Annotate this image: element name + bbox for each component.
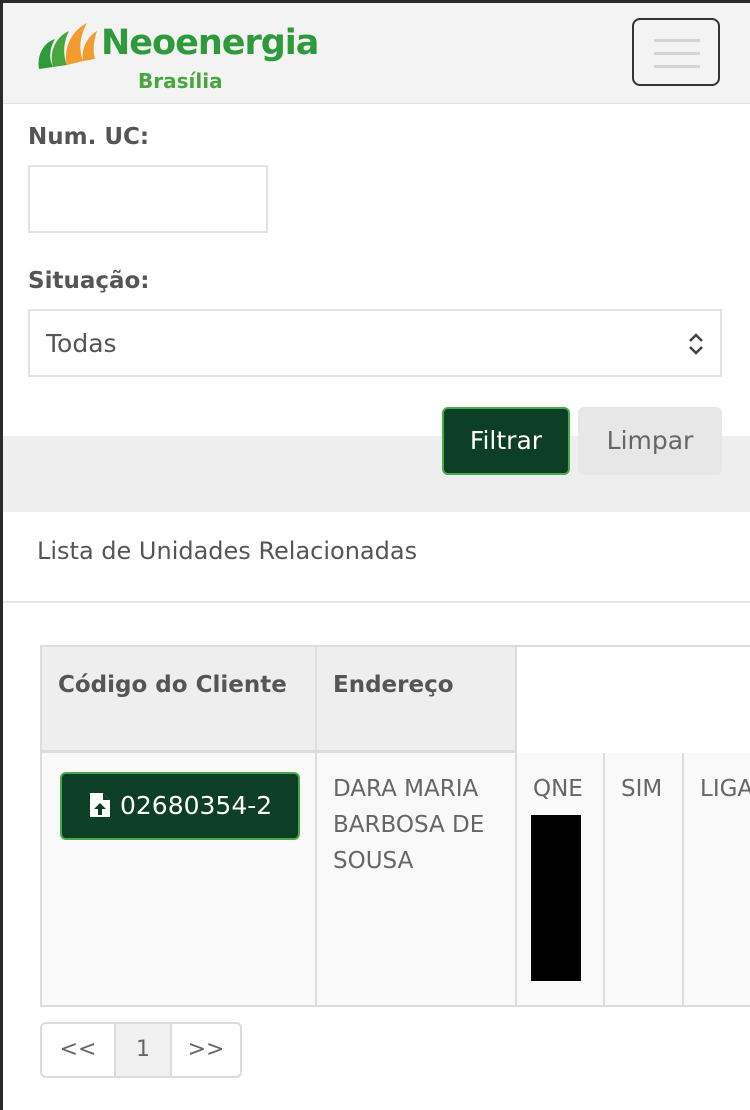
table-cell-client-code: 02680354-2: [40, 753, 315, 1007]
column-header-client-code: Código do Cliente: [40, 645, 315, 753]
clear-button[interactable]: Limpar: [578, 407, 722, 475]
list-title: Lista de Unidades Relacionadas: [37, 537, 418, 565]
column-header-address: Endereço: [315, 645, 515, 753]
client-code-button[interactable]: 02680354-2: [60, 772, 300, 840]
flame-icon: [38, 23, 97, 69]
redaction-block: [531, 815, 581, 981]
table-cell-address: DARA MARIA BARBOSA DE SOUSA: [315, 753, 515, 1007]
neoenergia-logo[interactable]: Neoenergia Brasília: [35, 17, 319, 95]
table-cell-col4: SIM: [603, 753, 682, 1007]
units-table: Código do Cliente Endereço 02680354-2 DA…: [40, 645, 750, 1007]
divider: [3, 601, 750, 603]
brand-subtitle: Brasília: [138, 69, 223, 93]
status-label: Situação:: [28, 268, 150, 294]
column-header-empty: [515, 645, 750, 753]
page-prev-button[interactable]: <<: [42, 1024, 114, 1076]
hamburger-line-icon: [654, 39, 700, 42]
client-code-text: 02680354-2: [120, 791, 273, 820]
app-header: Neoenergia Brasília: [3, 3, 750, 104]
filter-button[interactable]: Filtrar: [442, 407, 570, 475]
hamburger-line-icon: [654, 65, 700, 68]
page-current-button[interactable]: 1: [114, 1024, 170, 1076]
status-selected-value: Todas: [46, 329, 117, 358]
table-cell-col5: LIGA: [682, 753, 750, 1007]
menu-toggle-button[interactable]: [632, 18, 720, 86]
status-select[interactable]: Todas: [28, 309, 722, 377]
hamburger-line-icon: [654, 52, 700, 55]
table-cell-col3: QNE: [515, 753, 603, 1007]
page-next-button[interactable]: >>: [170, 1024, 240, 1076]
select-chevron-icon: [689, 333, 703, 355]
uc-input[interactable]: [28, 165, 268, 233]
col3-text: QNE: [533, 776, 583, 802]
pagination: << 1 >>: [40, 1022, 242, 1078]
uc-label: Num. UC:: [28, 124, 150, 150]
brand-name: Neoenergia: [101, 23, 319, 63]
document-upload-icon: [90, 793, 110, 817]
